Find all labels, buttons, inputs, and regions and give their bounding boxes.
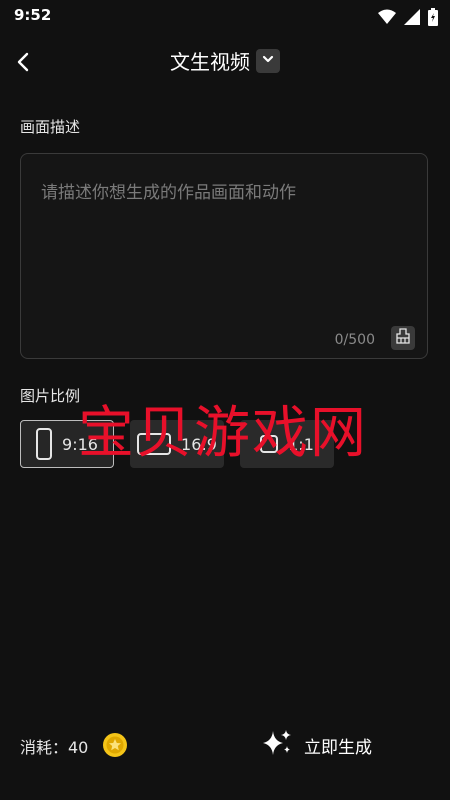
status-bar: 9:52: [0, 0, 450, 32]
wifi-icon: [378, 9, 396, 29]
generate-label: 立即生成: [304, 737, 372, 758]
title-dropdown-button[interactable]: [256, 48, 280, 73]
signal-icon: [404, 9, 420, 29]
generate-button[interactable]: 立即生成: [260, 728, 372, 762]
ratio-option-label: 9:16: [62, 434, 98, 454]
description-placeholder: 请描述你想生成的作品画面和动作: [41, 183, 296, 203]
ratio-option-label: 16:9: [181, 434, 217, 454]
square-frame-icon: [260, 435, 279, 453]
ratio-option-9-16[interactable]: 9:16: [20, 420, 114, 468]
ratio-option-16-9[interactable]: 16:9: [130, 420, 224, 468]
clear-text-button[interactable]: [391, 326, 415, 350]
ratio-option-1-1[interactable]: 1:1: [240, 420, 334, 468]
cost-label: 消耗：40: [20, 738, 89, 757]
ratio-option-label: 1:1: [288, 434, 314, 454]
char-count: 0/500: [334, 332, 375, 348]
page-title: 文生视频: [170, 50, 250, 74]
aspect-ratio-options: 9:16 16:9 1:1: [20, 420, 334, 468]
landscape-frame-icon: [137, 433, 172, 455]
description-input[interactable]: 请描述你想生成的作品画面和动作 0/500: [20, 153, 428, 359]
portrait-frame-icon: [36, 428, 53, 460]
sparkle-icon: [260, 728, 294, 762]
aspect-ratio-label: 图片比例: [20, 387, 81, 405]
status-icons: [378, 8, 438, 30]
battery-icon: [428, 8, 438, 30]
eraser-icon: [395, 328, 411, 348]
header: 文生视频: [0, 40, 450, 84]
description-label: 画面描述: [20, 118, 81, 136]
title-selector[interactable]: 文生视频: [0, 46, 450, 75]
chevron-down-icon: [261, 51, 275, 70]
coin-icon: [102, 732, 128, 758]
status-time: 9:52: [14, 6, 52, 24]
bottom-bar: 消耗：40 立即生成: [0, 724, 450, 768]
